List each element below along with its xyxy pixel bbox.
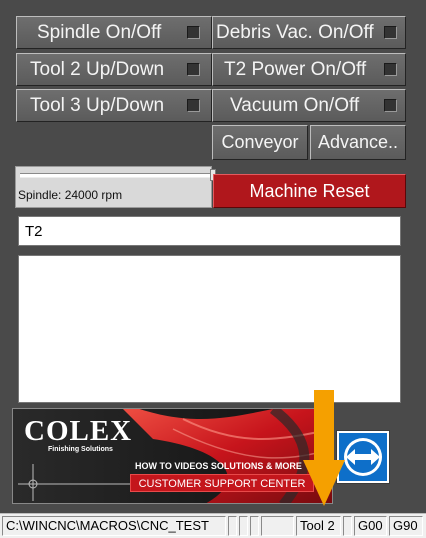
customer-support-label: CUSTOMER SUPPORT CENTER [130,474,314,492]
tool3-updown-label: Tool 3 Up/Down [30,95,165,116]
orange-arrow-icon [303,390,345,506]
spindle-speed-panel: Spindle: 24000 rpm [15,166,216,208]
t2-power-toggle-label: T2 Power On/Off [224,59,367,80]
tool2-updown-label: Tool 2 Up/Down [30,59,165,80]
status-cell-empty-4 [261,516,294,536]
spindle-toggle-button[interactable]: Spindle On/Off [16,16,212,49]
machine-reset-label: Machine Reset [249,181,370,201]
debris-vac-toggle-button[interactable]: Debris Vac. On/Off [212,16,406,49]
status-cell-empty-5 [343,516,352,536]
vacuum-status-indicator [384,99,397,112]
status-cell-empty-3 [250,516,259,536]
debris-vac-status-indicator [384,26,397,39]
advance-label: Advance.. [317,132,399,152]
vacuum-toggle-button[interactable]: Vacuum On/Off [212,89,406,122]
tool2-status-indicator [187,63,200,76]
colex-support-banner[interactable]: COLEX Finishing Solutions HOW TO VIDEOS … [12,408,333,504]
message-output-area[interactable] [18,255,401,403]
spindle-speed-label: Spindle: 24000 rpm [18,188,123,202]
status-cell-empty-1 [228,516,237,536]
colex-tagline: Finishing Solutions [48,446,113,453]
conveyor-label: Conveyor [221,132,299,152]
status-tool: Tool 2 [296,516,341,536]
t2-power-toggle-button[interactable]: T2 Power On/Off [212,53,406,86]
status-gcode-mode: G90 [389,516,423,536]
t2-power-status-indicator [384,63,397,76]
spindle-toggle-label: Spindle On/Off [37,22,162,43]
vacuum-toggle-label: Vacuum On/Off [230,95,360,116]
conveyor-button[interactable]: Conveyor [212,125,308,160]
advance-button[interactable]: Advance.. [310,125,406,160]
debris-vac-toggle-label: Debris Vac. On/Off [216,22,374,43]
status-gcode-motion: G00 [354,516,387,536]
status-bar: C:\WINCNC\MACROS\CNC_TEST Tool 2 G00 G90 [0,513,426,538]
machine-reset-button[interactable]: Machine Reset [213,174,406,208]
tool2-updown-button[interactable]: Tool 2 Up/Down [16,53,212,86]
spindle-status-indicator [187,26,200,39]
colex-logo-text: COLEX [24,415,133,447]
tool-input-field[interactable] [18,216,401,246]
spindle-speed-track[interactable] [20,173,216,178]
status-path: C:\WINCNC\MACROS\CNC_TEST [2,516,226,536]
status-cell-empty-2 [239,516,248,536]
banner-promo-text: HOW TO VIDEOS SOLUTIONS & MORE [135,461,302,471]
tool3-updown-button[interactable]: Tool 3 Up/Down [16,89,212,122]
tool3-status-indicator [187,99,200,112]
